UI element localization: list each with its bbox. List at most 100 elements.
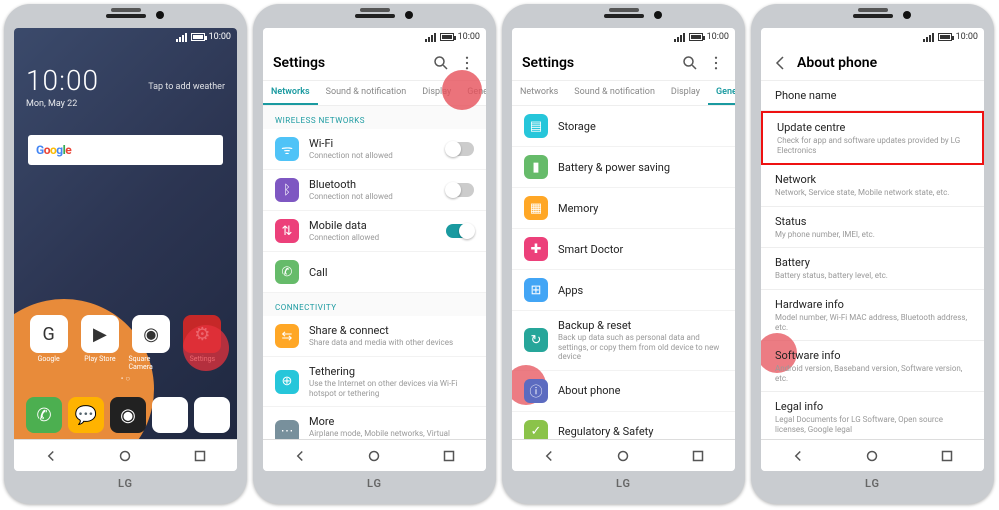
- phone-settings-general: 10:00 Settings Networks Sound & notifica…: [502, 4, 745, 504]
- gallery-icon[interactable]: 🖼: [152, 397, 188, 433]
- app-square-camera[interactable]: ◉Square Camera: [129, 315, 174, 371]
- nav-home[interactable]: [863, 447, 881, 465]
- status-time: 10:00: [956, 32, 978, 42]
- row-tethering[interactable]: ⊕ TetheringUse the Internet on other dev…: [263, 357, 486, 407]
- tab-general[interactable]: General: [708, 81, 735, 105]
- nav-back[interactable]: [540, 447, 558, 465]
- wifi-toggle[interactable]: [446, 142, 474, 156]
- search-icon[interactable]: [432, 54, 450, 72]
- signal-icon: [425, 33, 436, 42]
- row-backup-reset[interactable]: ↻Backup & resetBack up data such as pers…: [512, 311, 735, 371]
- row-battery[interactable]: ▮Battery & power saving: [512, 147, 735, 188]
- nav-back[interactable]: [42, 447, 60, 465]
- nav-home[interactable]: [614, 447, 632, 465]
- back-icon[interactable]: [771, 54, 789, 72]
- mobile-data-icon: ⇅: [275, 219, 299, 243]
- row-phone-name[interactable]: Phone name: [761, 81, 984, 111]
- about-phone-screen: 10:00 About phone Phone name Update cent…: [761, 28, 984, 471]
- signal-icon: [923, 33, 934, 42]
- phone-icon[interactable]: ✆: [26, 397, 62, 433]
- weather-hint[interactable]: Tap to add weather: [148, 82, 225, 92]
- nav-bar: [761, 439, 984, 471]
- row-hardware-info[interactable]: Hardware infoModel number, Wi-Fi MAC add…: [761, 290, 984, 341]
- more-icon: ⋯: [275, 420, 299, 439]
- status-bar: 10:00: [263, 28, 486, 46]
- row-call[interactable]: ✆ Call: [263, 252, 486, 293]
- battery-icon: [440, 33, 454, 41]
- highlight-settings-icon: [183, 325, 229, 371]
- tab-networks[interactable]: Networks: [512, 81, 566, 105]
- battery-icon: ▮: [524, 155, 548, 179]
- share-icon: ⇆: [275, 324, 299, 348]
- battery-icon: [689, 33, 703, 41]
- mobile-data-toggle[interactable]: [446, 224, 474, 238]
- nav-recent[interactable]: [689, 447, 707, 465]
- row-smart-doctor[interactable]: ✚Smart Doctor: [512, 229, 735, 270]
- bluetooth-toggle[interactable]: [446, 183, 474, 197]
- regulatory-icon: ✓: [524, 420, 548, 439]
- memory-icon: ▦: [524, 196, 548, 220]
- nav-home[interactable]: [116, 447, 134, 465]
- overflow-icon[interactable]: [707, 54, 725, 72]
- row-wifi[interactable]: ᯤ Wi-FiConnection not allowed: [263, 129, 486, 170]
- section-wireless: WIRELESS NETWORKS: [263, 106, 486, 129]
- apps-icon: ⊞: [524, 278, 548, 302]
- header: About phone: [761, 46, 984, 81]
- home-wallpaper: 10:00 10:00 Mon, May 22 Tap to add weath…: [14, 28, 237, 439]
- home-screen: 10:00 10:00 Mon, May 22 Tap to add weath…: [14, 28, 237, 471]
- row-memory[interactable]: ▦Memory: [512, 188, 735, 229]
- page-indicator: • ○: [14, 374, 237, 383]
- battery-icon: [191, 33, 205, 41]
- nav-bar: [512, 439, 735, 471]
- about-list[interactable]: Phone name Update centreCheck for app an…: [761, 81, 984, 439]
- battery-icon: [938, 33, 952, 41]
- row-software-info[interactable]: Software infoAndroid version, Baseband v…: [761, 341, 984, 392]
- settings-list[interactable]: ▤Storage ▮Battery & power saving ▦Memory…: [512, 106, 735, 439]
- row-more[interactable]: ⋯ MoreAirplane mode, Mobile networks, Vi…: [263, 407, 486, 439]
- clock-date: Mon, May 22: [26, 99, 99, 109]
- row-battery-info[interactable]: BatteryBattery status, battery level, et…: [761, 248, 984, 290]
- row-mobile-data[interactable]: ⇅ Mobile dataConnection allowed: [263, 211, 486, 252]
- tab-display[interactable]: Display: [663, 81, 708, 105]
- row-status[interactable]: StatusMy phone number, IMEI, etc.: [761, 207, 984, 249]
- row-bluetooth[interactable]: ᛒ BluetoothConnection not allowed: [263, 170, 486, 211]
- search-icon[interactable]: [681, 54, 699, 72]
- camera-icon[interactable]: ◉: [110, 397, 146, 433]
- status-time: 10:00: [458, 32, 480, 42]
- status-bar: 10:00: [512, 28, 735, 46]
- row-share-connect[interactable]: ⇆ Share & connectShare data and media wi…: [263, 316, 486, 357]
- lg-logo: LG: [512, 477, 735, 490]
- app-play-store[interactable]: ▶Play Store: [77, 315, 122, 371]
- nav-back[interactable]: [789, 447, 807, 465]
- lg-logo: LG: [263, 477, 486, 490]
- chrome-icon[interactable]: ◐: [194, 397, 230, 433]
- row-legal-info[interactable]: Legal infoLegal Documents for LG Softwar…: [761, 392, 984, 439]
- settings-list[interactable]: WIRELESS NETWORKS ᯤ Wi-FiConnection not …: [263, 106, 486, 439]
- messages-icon[interactable]: 💬: [68, 397, 104, 433]
- row-storage[interactable]: ▤Storage: [512, 106, 735, 147]
- page-title: Settings: [522, 55, 673, 71]
- backup-icon: ↻: [524, 328, 548, 352]
- lg-logo: LG: [14, 477, 237, 490]
- app-google[interactable]: GGoogle: [26, 315, 71, 371]
- row-apps[interactable]: ⊞Apps: [512, 270, 735, 311]
- row-about-phone[interactable]: ⓘAbout phone: [512, 371, 735, 412]
- nav-recent[interactable]: [440, 447, 458, 465]
- nav-bar: [263, 439, 486, 471]
- nav-back[interactable]: [291, 447, 309, 465]
- row-update-centre[interactable]: Update centreCheck for app and software …: [761, 111, 984, 165]
- phone-home: 10:00 10:00 Mon, May 22 Tap to add weath…: [4, 4, 247, 504]
- phone-about: 10:00 About phone Phone name Update cent…: [751, 4, 994, 504]
- call-icon: ✆: [275, 260, 299, 284]
- bluetooth-icon: ᛒ: [275, 178, 299, 202]
- tab-sound[interactable]: Sound & notification: [566, 81, 663, 105]
- section-connectivity: CONNECTIVITY: [263, 293, 486, 316]
- nav-recent[interactable]: [191, 447, 209, 465]
- tab-networks[interactable]: Networks: [263, 81, 318, 105]
- row-regulatory[interactable]: ✓Regulatory & Safety: [512, 412, 735, 439]
- nav-home[interactable]: [365, 447, 383, 465]
- tab-sound[interactable]: Sound & notification: [318, 81, 415, 105]
- page-title: About phone: [797, 55, 974, 71]
- row-network[interactable]: NetworkNetwork, Service state, Mobile ne…: [761, 165, 984, 207]
- nav-recent[interactable]: [938, 447, 956, 465]
